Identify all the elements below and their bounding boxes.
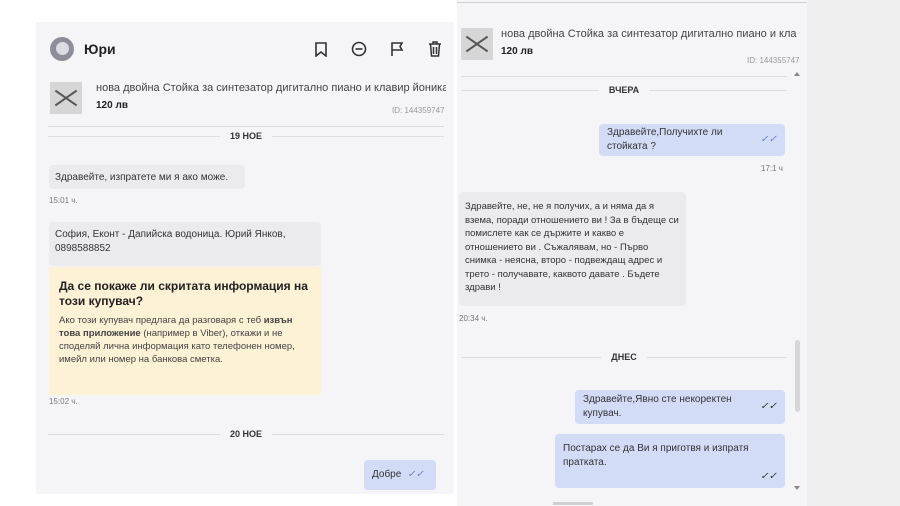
outgoing-message: Здравейте,Явно сте некоректен купувач. ✓…	[575, 390, 785, 424]
header-actions	[312, 40, 444, 58]
message-time: 15:01 ч.	[49, 196, 78, 205]
double-check-icon: ✓✓	[407, 469, 425, 480]
double-check-icon: ✓✓	[760, 401, 777, 412]
side-background	[807, 0, 900, 506]
warning-title: Да се покаже ли скритата информация на т…	[59, 279, 308, 308]
incoming-message: Здравейте, не, не я получих, а и няма да…	[459, 192, 686, 306]
hidden-info-warning: Да се покаже ли скритата информация на т…	[49, 267, 321, 395]
bookmark-icon[interactable]	[312, 40, 330, 58]
divider	[457, 2, 807, 3]
warning-body: Ако този купувач предлага да разговаря с…	[59, 315, 295, 365]
message-text: Здравейте,Получихте ли стойката ?	[607, 127, 723, 152]
listing-title[interactable]: нова двойна Стойка за синтезатор дигитал…	[96, 82, 446, 94]
scroll-down-arrow[interactable]	[794, 486, 800, 490]
scroll-up-arrow[interactable]	[794, 72, 800, 76]
message-time: 15:02 ч.	[49, 397, 78, 406]
bottom-bar	[553, 502, 593, 505]
trash-icon[interactable]	[426, 40, 444, 58]
right-conversation-panel: нова двойна Стойка за синтезатор дигитал…	[457, 0, 807, 506]
double-check-icon: ✓✓	[760, 471, 777, 482]
incoming-message: София, Еконт - Дапийска водоница. Юрий Я…	[49, 222, 321, 266]
date-separator: 20 НОЕ	[48, 429, 445, 439]
incoming-message: Здравейте, изпратете ми я ако може.	[49, 165, 245, 189]
listing-summary[interactable]: нова двойна Стойка за синтезатор дигитал…	[50, 82, 446, 114]
scrollbar-thumb[interactable]	[795, 340, 800, 412]
date-separator: ВЧЕРА	[461, 85, 788, 95]
left-conversation-panel: Юри нова двойна Стойка за синтезатор диг…	[36, 22, 454, 494]
listing-thumbnail[interactable]	[461, 28, 493, 60]
double-check-icon: ✓✓	[760, 134, 777, 145]
message-text: Здравейте, не, не я получих, а и няма да…	[465, 201, 679, 293]
flag-icon[interactable]	[388, 40, 406, 58]
user-name[interactable]: Юри	[84, 41, 116, 57]
date-separator: 19 НОЕ	[48, 131, 445, 141]
listing-thumbnail[interactable]	[50, 82, 82, 114]
message-text: София, Еконт - Дапийска водоница. Юрий Я…	[55, 229, 286, 254]
conversation-header: Юри	[36, 22, 454, 76]
message-text: Здравейте, изпратете ми я ако може.	[55, 172, 229, 183]
outgoing-message: Здравейте,Получихте ли стойката ? ✓✓	[599, 124, 785, 156]
listing-id: ID: 144355747	[747, 56, 800, 65]
block-icon[interactable]	[350, 40, 368, 58]
avatar[interactable]	[50, 37, 74, 61]
outgoing-message: Добре ✓✓	[364, 460, 436, 490]
scrollbar[interactable]	[793, 70, 801, 490]
message-time: 17:1 ч	[761, 164, 783, 173]
divider	[48, 126, 444, 127]
date-separator: ДНЕС	[461, 352, 788, 362]
divider	[461, 76, 787, 77]
message-text: Здравейте,Явно сте некоректен купувач.	[583, 394, 732, 419]
message-text: Постарах се да Ви я приготвя и изпратя п…	[563, 443, 749, 468]
outgoing-message: Постарах се да Ви я приготвя и изпратя п…	[555, 434, 785, 488]
message-text: Добре	[372, 469, 402, 480]
listing-id: ID: 144359747	[392, 106, 445, 115]
message-time: 20:34 ч.	[459, 314, 488, 323]
listing-title[interactable]: нова двойна Стойка за синтезатор дигитал…	[501, 28, 797, 40]
